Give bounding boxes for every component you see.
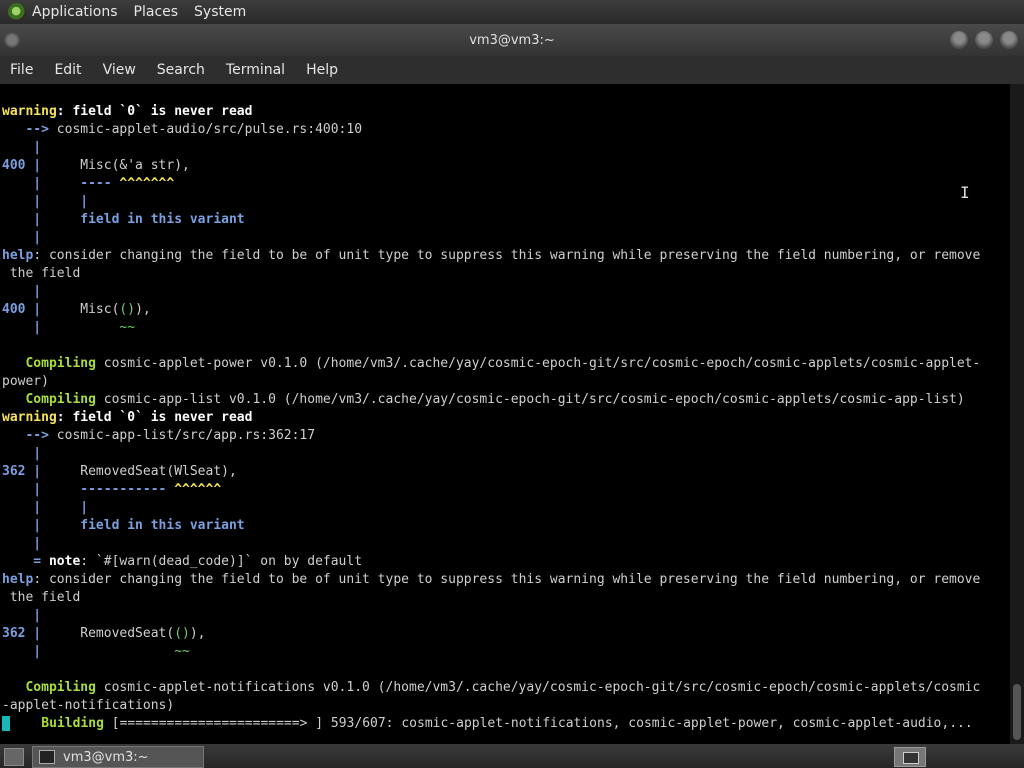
terminal-line: | <box>2 536 42 551</box>
terminal-line: --> cosmic-applet-audio/src/pulse.rs:400… <box>2 122 363 137</box>
terminal-line: | ~~ <box>2 644 190 659</box>
terminal-line: 400 | Misc(&'a str), <box>2 158 190 173</box>
terminal-line: -applet-notifications) <box>2 698 175 713</box>
terminal-cursor <box>2 716 10 731</box>
taskbar-window-label: vm3@vm3:~ <box>63 749 149 765</box>
terminal-line: | <box>2 140 42 155</box>
menu-file[interactable]: File <box>0 62 44 78</box>
close-icon[interactable] <box>1000 31 1018 49</box>
menu-help[interactable]: Help <box>296 62 349 78</box>
terminal-line: Compiling cosmic-app-list v0.1.0 (/home/… <box>2 392 965 407</box>
show-desktop-icon[interactable] <box>4 748 24 766</box>
terminal-line: warning: field `0` is never read <box>2 410 253 425</box>
terminal-line: | field in this variant <box>2 518 245 533</box>
terminal-line: | | <box>2 194 89 209</box>
terminal-line: help: consider changing the field to be … <box>2 572 981 587</box>
terminal-output[interactable]: warning: field `0` is never read --> cos… <box>0 84 1010 744</box>
terminal-line: warning: field `0` is never read <box>2 104 253 119</box>
terminal-line: 362 | RemovedSeat(WlSeat), <box>2 464 237 479</box>
top-panel: Applications Places System <box>0 0 1024 24</box>
menu-view[interactable]: View <box>93 62 147 78</box>
terminal-line: | <box>2 446 42 461</box>
window-titlebar[interactable]: vm3@vm3:~ <box>0 24 1024 56</box>
menu-search[interactable]: Search <box>147 62 216 78</box>
terminal-line: 400 | Misc(()), <box>2 302 151 317</box>
terminal-line: = note: `#[warn(dead_code)]` on by defau… <box>2 554 363 569</box>
minimize-icon[interactable] <box>950 31 968 49</box>
terminal-line: | | <box>2 500 89 515</box>
terminal-line: 362 | RemovedSeat(()), <box>2 626 206 641</box>
terminal-line: the field <box>2 590 81 605</box>
terminal-icon <box>39 750 55 764</box>
terminal-menubar: File Edit View Search Terminal Help <box>0 56 1024 84</box>
maximize-icon[interactable] <box>975 31 993 49</box>
terminal-line: | field in this variant <box>2 212 245 227</box>
system-menu[interactable]: System <box>194 4 246 20</box>
terminal-line: help: consider changing the field to be … <box>2 248 981 263</box>
terminal-line: | <box>2 284 42 299</box>
places-menu[interactable]: Places <box>134 4 179 20</box>
terminal-line: the field <box>2 266 81 281</box>
terminal-line: | <box>2 608 42 623</box>
terminal-line: Compiling cosmic-applet-notifications v0… <box>2 680 981 695</box>
terminal-line: | ~~ <box>2 320 136 335</box>
terminal-line: Building [=======================> ] 593… <box>2 715 973 733</box>
window-title: vm3@vm3:~ <box>469 32 555 48</box>
taskbar-window-button[interactable]: vm3@vm3:~ <box>32 746 204 768</box>
menu-terminal[interactable]: Terminal <box>216 62 296 78</box>
workspace-switcher-icon[interactable] <box>894 747 926 767</box>
terminal-line: | ---- ^^^^^^^ <box>2 176 175 191</box>
scrollbar-thumb[interactable] <box>1013 684 1021 740</box>
text-cursor-icon: I <box>960 183 970 202</box>
menu-edit[interactable]: Edit <box>44 62 92 78</box>
applications-menu[interactable]: Applications <box>32 4 118 20</box>
distro-logo-icon[interactable] <box>8 3 26 21</box>
terminal-line: | <box>2 230 42 245</box>
terminal-line: power) <box>2 374 49 389</box>
window-menu-icon[interactable] <box>4 32 20 48</box>
terminal-line: --> cosmic-app-list/src/app.rs:362:17 <box>2 428 316 443</box>
terminal-scrollbar[interactable] <box>1010 84 1024 744</box>
bottom-panel: vm3@vm3:~ <box>0 744 1024 768</box>
terminal-line: | ----------- ^^^^^^ <box>2 482 222 497</box>
terminal-line: Compiling cosmic-applet-power v0.1.0 (/h… <box>2 356 981 371</box>
